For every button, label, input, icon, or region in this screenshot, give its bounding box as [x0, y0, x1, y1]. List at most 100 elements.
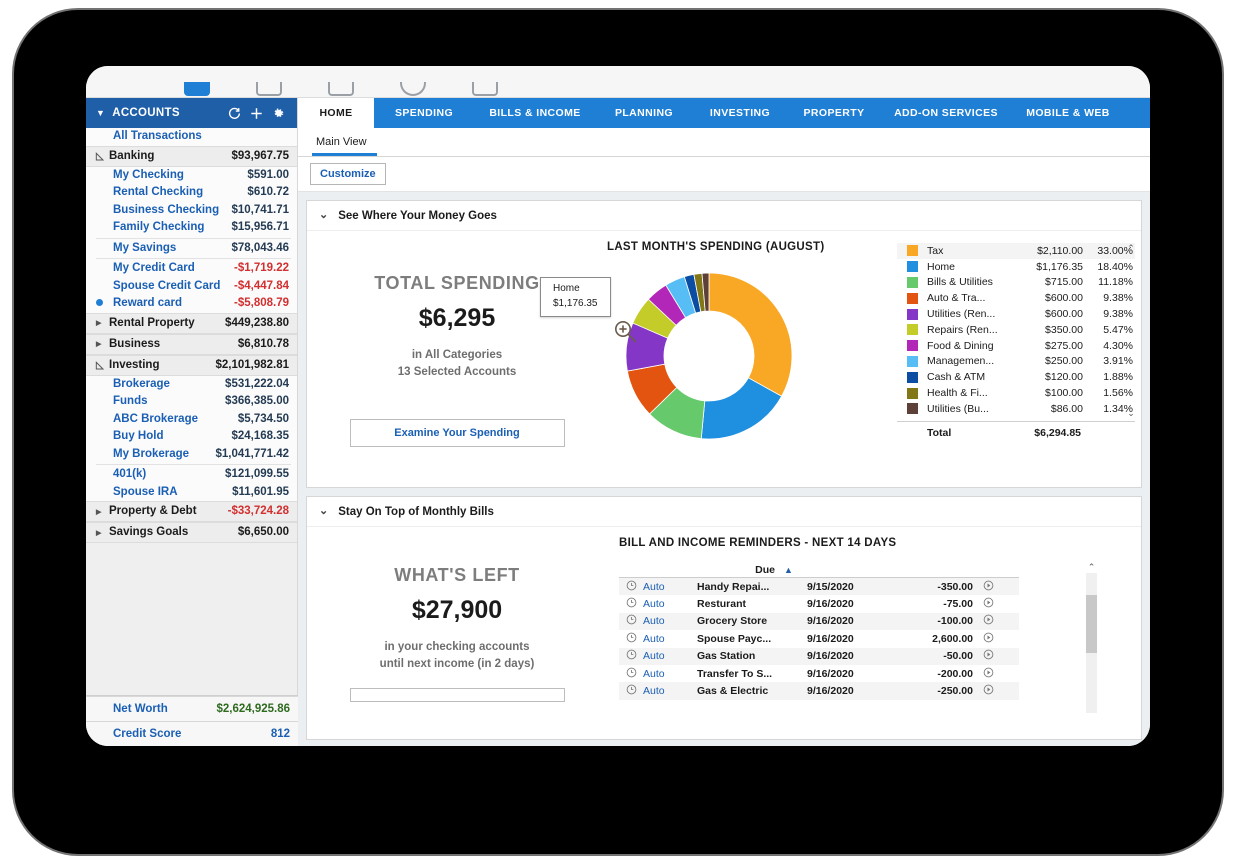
sidebar-group-investing[interactable]: Investing $2,101,982.81: [86, 354, 297, 376]
spending-donut-chart[interactable]: [624, 271, 794, 441]
bills-card-header[interactable]: ⌄ Stay On Top of Monthly Bills: [307, 497, 1141, 527]
legend-row[interactable]: Auto & Tra... $600.00 9.38%: [897, 290, 1135, 306]
sidebar-account-spouse-credit-card[interactable]: Spouse Credit Card -$4,447.84: [86, 278, 297, 296]
accounts-list[interactable]: All Transactions Banking $93,967.75 My Che…: [86, 128, 297, 696]
scroll-down-icon[interactable]: ⌄: [1125, 408, 1137, 419]
bill-status-auto[interactable]: Auto: [643, 633, 697, 645]
bill-reminder-row[interactable]: Auto Resturant 9/16/2020 -75.00: [619, 595, 1019, 612]
sidebar-account-reward-card[interactable]: Reward card -$5,808.79: [86, 295, 297, 313]
legend-scrollbar[interactable]: ⌃ ⌄: [1125, 243, 1137, 419]
chevron-down-icon[interactable]: ⌄: [319, 210, 328, 221]
sidebar-group-rental-property[interactable]: Rental Property $449,238.80: [86, 312, 297, 334]
scroll-up-icon[interactable]: ⌃: [1086, 562, 1097, 573]
sidebar-group-banking[interactable]: Banking $93,967.75: [86, 145, 297, 167]
bill-reminders-scrollbar[interactable]: ⌃: [1086, 562, 1097, 713]
tab-bills-income[interactable]: BILLS & INCOME: [474, 98, 596, 128]
add-account-icon[interactable]: [245, 107, 267, 120]
collapse-triangle-icon[interactable]: [96, 146, 109, 167]
accounts-sidebar-header[interactable]: ▼ ACCOUNTS: [86, 98, 297, 128]
legend-row[interactable]: Repairs (Ren... $350.00 5.47%: [897, 322, 1135, 338]
bill-action-icon[interactable]: [973, 667, 1003, 681]
tab-planning[interactable]: PLANNING: [596, 98, 692, 128]
legend-rows[interactable]: Tax $2,110.00 33.00% Home $1,176.35 18.40% Bil…: [897, 243, 1135, 417]
chevron-down-icon[interactable]: ▼: [96, 108, 105, 118]
bill-reminder-row[interactable]: Auto Gas & Electric 9/16/2020 -250.00: [619, 682, 1019, 700]
sidebar-account-buy-hold[interactable]: Buy Hold $24,168.35: [86, 428, 297, 446]
legend-row[interactable]: Cash & ATM $120.00 1.88%: [897, 369, 1135, 385]
bill-action-icon[interactable]: [973, 597, 1003, 611]
bill-action-icon[interactable]: [973, 684, 1003, 698]
bill-action-icon[interactable]: [973, 649, 1003, 663]
sidebar-account-abc-brokerage[interactable]: ABC Brokerage $5,734.50: [86, 411, 297, 429]
legend-row[interactable]: Bills & Utilities $715.00 11.18%: [897, 275, 1135, 291]
legend-row[interactable]: Home $1,176.35 18.40%: [897, 259, 1135, 275]
expand-triangle-icon[interactable]: [96, 312, 109, 334]
sidebar-account-my-brokerage[interactable]: My Brokerage $1,041,771.42: [86, 446, 297, 464]
bill-reminder-row[interactable]: Auto Transfer To S... 9/16/2020 -200.00: [619, 665, 1019, 682]
sidebar-account-my-checking[interactable]: My Checking $591.00: [86, 167, 297, 185]
sidebar-account-brokerage[interactable]: Brokerage $531,222.04: [86, 376, 297, 394]
tab-main-view[interactable]: Main View: [312, 136, 377, 156]
sidebar-account-family-checking[interactable]: Family Checking $15,956.71: [86, 219, 297, 237]
refresh-icon[interactable]: [223, 107, 245, 120]
sidebar-account-funds[interactable]: Funds $366,385.00: [86, 393, 297, 411]
bill-reminder-row[interactable]: Auto Spouse Payc... 9/16/2020 2,600.00: [619, 630, 1019, 647]
bill-status-auto[interactable]: Auto: [643, 581, 697, 593]
legend-row[interactable]: Tax $2,110.00 33.00%: [897, 243, 1135, 259]
column-header-due[interactable]: Due: [619, 564, 775, 576]
collapse-triangle-icon[interactable]: [96, 355, 109, 376]
bill-reminder-row[interactable]: Auto Grocery Store 9/16/2020 -100.00: [619, 612, 1019, 631]
bill-status-auto[interactable]: Auto: [643, 650, 697, 662]
chevron-down-icon[interactable]: ⌄: [319, 506, 328, 517]
donut-svg[interactable]: [624, 271, 794, 441]
sidebar-account-my-savings[interactable]: My Savings $78,043.46: [86, 240, 297, 258]
bill-reminder-row[interactable]: Auto Handy Repai... 9/15/2020 -350.00: [619, 578, 1019, 596]
expand-triangle-icon[interactable]: [96, 333, 109, 355]
sidebar-account-401-k[interactable]: 401(k) $121,099.55: [86, 466, 297, 484]
whats-left-action-button[interactable]: [349, 688, 565, 703]
bill-action-icon[interactable]: [973, 580, 1003, 594]
sidebar-group-business[interactable]: Business $6,810.78: [86, 333, 297, 355]
sidebar-group-property-debt[interactable]: Property & Debt -$33,724.28: [86, 501, 297, 522]
tab-property[interactable]: PROPERTY: [788, 98, 880, 128]
bill-reminder-row[interactable]: Auto Gas Station 9/16/2020 -50.00: [619, 647, 1019, 665]
scrollbar-thumb[interactable]: [1086, 595, 1097, 653]
legend-row[interactable]: Food & Dining $275.00 4.30%: [897, 338, 1135, 354]
bill-action-icon[interactable]: [973, 614, 1003, 628]
legend-row[interactable]: Health & Fi... $100.00 1.56%: [897, 385, 1135, 401]
tab-spending[interactable]: SPENDING: [374, 98, 474, 128]
bill-status-auto[interactable]: Auto: [643, 615, 697, 627]
toolbar-icon-1[interactable]: [184, 82, 210, 98]
spending-card-header[interactable]: ⌄ See Where Your Money Goes: [307, 201, 1141, 231]
sidebar-account-business-checking[interactable]: Business Checking $10,741.71: [86, 202, 297, 220]
expand-triangle-icon[interactable]: [96, 522, 109, 544]
sidebar-item-all-transactions[interactable]: All Transactions: [86, 128, 297, 146]
sidebar-account-my-credit-card[interactable]: My Credit Card -$1,719.22: [86, 260, 297, 278]
customize-button[interactable]: Customize: [310, 163, 386, 185]
legend-row[interactable]: Utilities (Ren... $600.00 9.38%: [897, 306, 1135, 322]
bill-action-icon[interactable]: [973, 632, 1003, 646]
bill-status-auto[interactable]: Auto: [643, 685, 697, 697]
donut-slice-tax[interactable]: [708, 272, 793, 397]
gear-icon[interactable]: [267, 107, 289, 120]
examine-your-spending-button[interactable]: Examine Your Spending: [349, 419, 565, 448]
toolbar-icon-2[interactable]: [256, 82, 282, 98]
scroll-up-icon[interactable]: ⌃: [1125, 243, 1137, 254]
bill-status-auto[interactable]: Auto: [643, 598, 697, 610]
tab-add-on-services[interactable]: ADD-ON SERVICES: [880, 98, 1012, 128]
legend-row[interactable]: Utilities (Bu... $86.00 1.34%: [897, 401, 1135, 417]
bill-status-auto[interactable]: Auto: [643, 668, 697, 680]
tab-home[interactable]: HOME: [298, 98, 374, 128]
sidebar-account-rental-checking[interactable]: Rental Checking $610.72: [86, 184, 297, 202]
toolbar-icon-5[interactable]: [472, 82, 498, 98]
legend-row[interactable]: Managemen... $250.00 3.91%: [897, 354, 1135, 370]
tab-investing[interactable]: INVESTING: [692, 98, 788, 128]
dashboard-scroll-area[interactable]: ⌄ See Where Your Money Goes TOTAL SPENDI…: [298, 192, 1150, 746]
tab-mobile-web[interactable]: MOBILE & WEB: [1012, 98, 1124, 128]
sort-ascending-icon[interactable]: ▲: [784, 565, 793, 575]
expand-triangle-icon[interactable]: [96, 501, 109, 523]
toolbar-icon-4[interactable]: [400, 82, 426, 98]
sidebar-account-spouse-ira[interactable]: Spouse IRA $11,601.95: [86, 484, 297, 502]
sidebar-group-savings-goals[interactable]: Savings Goals $6,650.00: [86, 522, 297, 543]
sidebar-credit-score-row[interactable]: Credit Score 812: [86, 722, 298, 746]
